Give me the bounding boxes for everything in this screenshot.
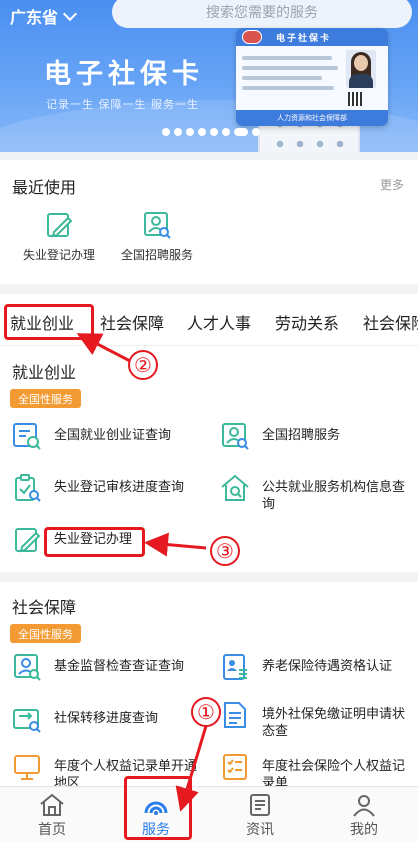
annotation-step-3: ③: [210, 536, 240, 566]
arrow-step1: [175, 725, 208, 812]
arrow-step3: [144, 532, 207, 557]
annotation-step-1: ①: [191, 697, 221, 727]
annotation-step-2: ②: [128, 350, 158, 380]
arrow-step2: [76, 333, 133, 364]
